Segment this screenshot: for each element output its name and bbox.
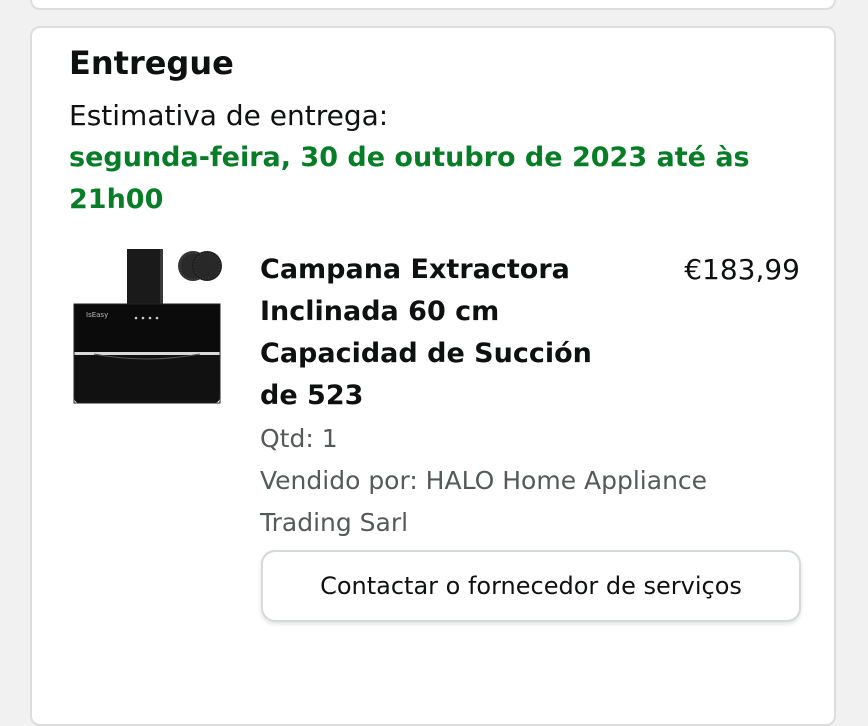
previous-card-edge <box>30 0 836 10</box>
range-hood-image: IsEasy <box>73 249 222 404</box>
delivery-estimate-date: segunda-feira, 30 de outubro de 2023 até… <box>69 142 750 215</box>
seller-info: Vendido por: HALO Home Appliance Trading… <box>260 466 708 537</box>
order-card: Entregue Estimativa de entrega: segunda-… <box>30 26 836 726</box>
delivery-status-title: Entregue <box>69 44 234 82</box>
contact-service-provider-button[interactable]: Contactar o fornecedor de serviços <box>261 550 801 622</box>
product-price: €183,99 <box>684 253 800 286</box>
delivery-estimate-label: Estimativa de entrega: <box>69 99 389 132</box>
product-quantity: Qtd: 1 <box>260 424 338 453</box>
product-title[interactable]: Campana Extractora Inclinada 60 cm Capac… <box>260 249 600 417</box>
product-image[interactable]: IsEasy <box>70 246 224 406</box>
brand-mark-text: IsEasy <box>86 311 108 319</box>
